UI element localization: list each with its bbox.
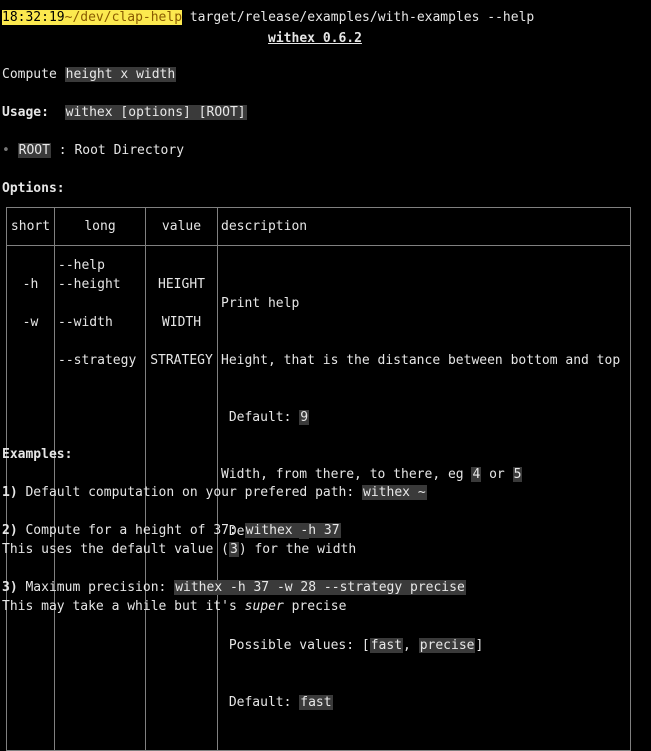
header-description: description: [217, 207, 631, 246]
terminal-window[interactable]: 18:32:19~/dev/clap-help target/release/e…: [0, 0, 651, 751]
example-2: 2) Compute for a height of 37: withex -h…: [2, 523, 341, 538]
header-value: value: [145, 207, 218, 246]
example-1: 1) Default computation on your prefered …: [2, 485, 427, 500]
short-w: -w: [22, 315, 39, 330]
example-code: withex ~: [362, 485, 427, 500]
short-h: -h: [22, 277, 39, 292]
prompt-time: 18:32:19: [2, 10, 65, 25]
argument-line: • ROOT : Root Directory: [2, 141, 184, 160]
example-3-note: This may take a while but it's super pre…: [2, 599, 347, 614]
about-code: height x width: [64, 67, 177, 82]
example-3: 3) Maximum precision: withex -h 37 -w 28…: [2, 580, 466, 595]
long-help: --help: [58, 258, 105, 273]
options-heading: Options:: [2, 181, 65, 196]
desc-width: Width, from there, to there, eg 4 or 5: [221, 467, 523, 482]
prompt-line: 18:32:19~/dev/clap-help target/release/e…: [2, 8, 534, 27]
usage-code: withex [options] [ROOT]: [64, 105, 247, 120]
prompt-path: ~/dev/clap-help: [64, 10, 183, 25]
options-table: short long value description -h -w --hel…: [6, 207, 631, 751]
example-code: withex -h 37: [244, 523, 341, 538]
about-line: Compute height x width: [2, 65, 177, 84]
long-height: --height: [58, 277, 121, 292]
long-strategy: --strategy: [58, 353, 137, 368]
desc-height: Height, that is the distance between bot…: [221, 353, 621, 368]
argument-name: ROOT: [17, 143, 51, 158]
desc-strategy-default: Default: fast: [221, 695, 333, 710]
header-long: long: [54, 207, 146, 246]
desc-height-default: Default: 9: [221, 410, 310, 425]
desc-strategy-possible: Possible values: [fast, precise]: [221, 638, 484, 653]
example-2-note: This uses the default value (3) for the …: [2, 542, 357, 557]
bullet-icon: •: [2, 143, 10, 158]
value-strategy: STRATEGY: [150, 353, 213, 368]
prompt-command: target/release/examples/with-examples --…: [182, 10, 535, 25]
about-prefix: Compute: [2, 67, 65, 82]
header-short: short: [6, 207, 55, 246]
usage-line: Usage: withex [options] [ROOT]: [2, 103, 247, 122]
value-height: HEIGHT: [158, 277, 205, 292]
usage-label: Usage:: [2, 105, 49, 120]
default-value: 9: [299, 410, 310, 425]
examples-heading: Examples:: [2, 447, 73, 462]
program-title: withex 0.6.2: [268, 31, 362, 46]
long-width: --width: [58, 315, 113, 330]
value-width: WIDTH: [161, 315, 202, 330]
desc-help: Print help: [221, 296, 300, 311]
default-value: fast: [299, 695, 333, 710]
example-code: withex -h 37 -w 28 --strategy precise: [174, 580, 466, 595]
argument-description: : Root Directory: [50, 143, 185, 158]
